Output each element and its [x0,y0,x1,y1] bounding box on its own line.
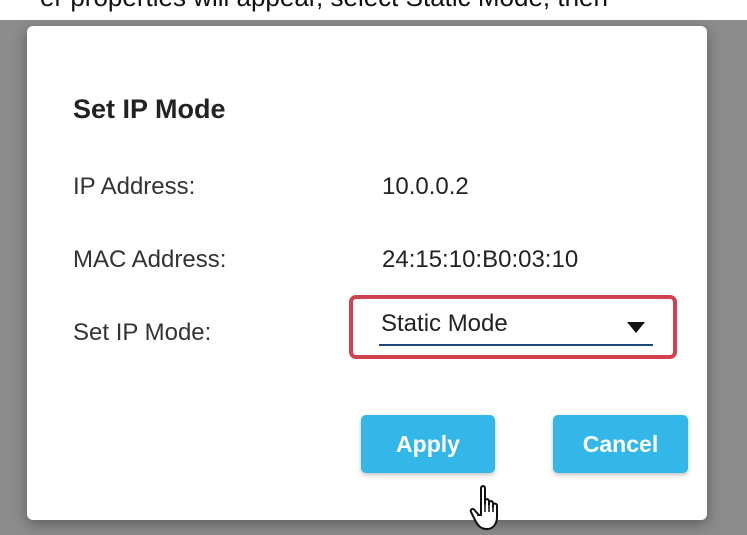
ip-address-label: IP Address: [73,173,196,200]
set-ip-mode-dialog: Set IP Mode IP Address: 10.0.0.2 MAC Add… [27,26,707,530]
instruction-text-fragment: er properties will appear, select Static… [0,0,747,20]
mac-address-label: MAC Address: [73,246,227,273]
apply-button[interactable]: Apply [361,415,495,473]
cancel-button[interactable]: Cancel [553,415,688,473]
caret-down-icon [627,322,645,333]
dialog-title: Set IP Mode [73,94,226,124]
ip-address-value: 10.0.0.2 [382,173,469,200]
set-ip-mode-label: Set IP Mode: [73,319,212,346]
mac-address-value: 24:15:10:B0:03:10 [382,246,579,273]
ip-mode-select[interactable]: Static Mode [379,308,653,346]
hand-pointer-icon [469,485,498,530]
ip-mode-selected-value: Static Mode [381,310,508,337]
